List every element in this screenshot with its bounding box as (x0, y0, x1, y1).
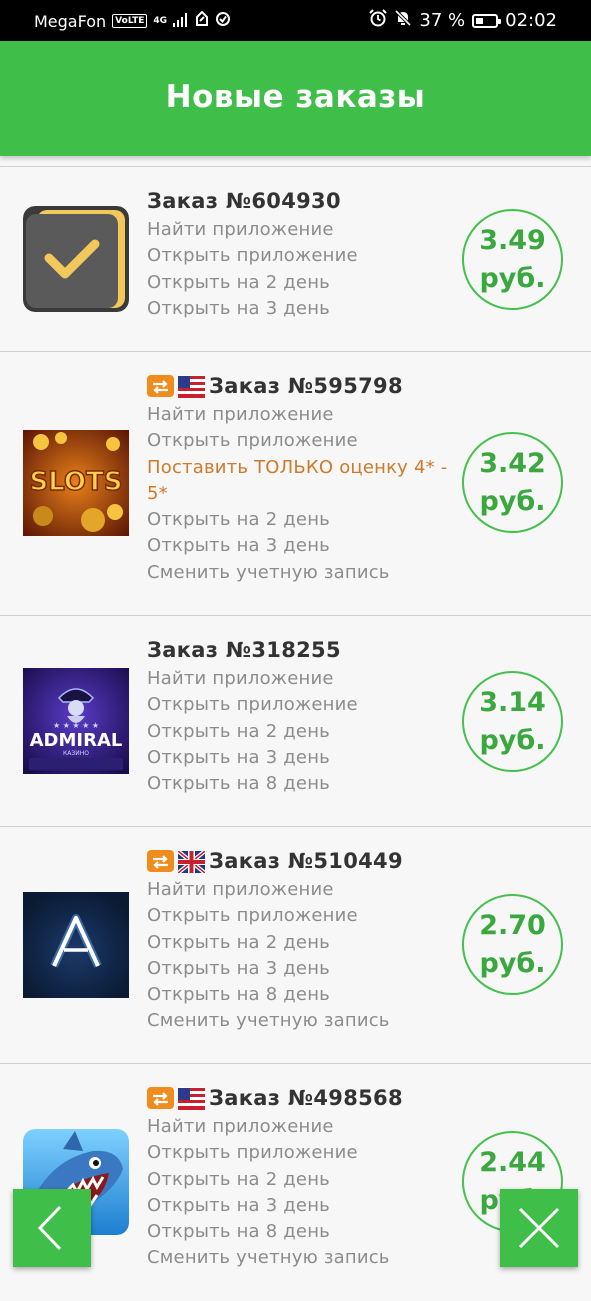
task-line: Открыть приложение (147, 694, 358, 716)
admiral-casino-app-icon: ★ ★ ★ ★ ★ ADMIRAL КАЗИНО (23, 668, 129, 774)
checkmark-app-icon (23, 206, 129, 312)
task-line: Открыть на 2 день (147, 271, 330, 293)
order-title: Заказ №604930 (147, 189, 341, 213)
slots-app-icon: SLOTS (23, 430, 129, 536)
notification-app-icon (195, 10, 209, 31)
chevron-left-icon (37, 1205, 62, 1251)
volte-badge: VoLTE (112, 14, 148, 28)
network-type: 4G (153, 15, 168, 26)
task-line: Найти приложение (147, 1116, 334, 1137)
price-badge: 3.49 руб. (462, 209, 563, 310)
task-line: Открыть на 8 день (147, 1221, 330, 1243)
price-unit: руб. (479, 947, 546, 979)
task-line: Найти приложение (147, 404, 334, 425)
close-button[interactable] (500, 1189, 578, 1267)
task-line: Открыть на 3 день (147, 746, 330, 768)
status-bar-right: 37 % 02:02 (369, 9, 557, 32)
order-item[interactable]: Заказ №510449 Найти приложение Открыть п… (0, 827, 591, 1064)
task-line: Открыть приложение (147, 245, 358, 267)
letter-a-app-icon (23, 892, 129, 998)
page-title: Новые заказы (165, 79, 426, 115)
task-line: Открыть на 8 день (147, 984, 330, 1006)
signal-icon (173, 12, 189, 31)
close-icon (518, 1207, 560, 1249)
price-unit: руб. (479, 485, 546, 517)
order-list[interactable]: Заказ №604930 Найти приложение Открыть п… (0, 166, 591, 1301)
repeat-icon (147, 1087, 174, 1109)
price-value: 3.42 (479, 447, 546, 479)
task-line: Открыть приложение (147, 1142, 358, 1164)
price-value: 2.44 (479, 1146, 546, 1178)
order-title-row: Заказ №498568 (147, 1082, 457, 1114)
sync-icon (215, 11, 231, 31)
order-title: Заказ №318255 (147, 638, 341, 662)
task-line: Открыть на 3 день (147, 957, 330, 979)
battery-level (476, 17, 483, 24)
app-header: Новые заказы (0, 41, 591, 156)
status-bar-left: MegaFon VoLTE 4G (34, 10, 231, 31)
price-badge: 3.42 руб. (462, 432, 563, 533)
task-line: Сменить учетную запись (147, 1010, 390, 1032)
order-title: Заказ №595798 (209, 374, 403, 398)
task-line: Сменить учетную запись (147, 561, 390, 583)
task-line: Открыть на 2 день (147, 1168, 330, 1190)
order-details: Заказ №604930 Найти приложение Открыть п… (147, 185, 457, 322)
order-item[interactable]: SLOTS Заказ №595798 Найти приложение Отк… (0, 352, 591, 616)
task-line: Открыть приложение (147, 905, 358, 927)
alarm-icon (369, 9, 388, 32)
order-details: Заказ №498568 Найти приложение Открыть п… (147, 1082, 457, 1272)
price-value: 2.70 (479, 909, 546, 941)
order-item[interactable]: Заказ №604930 Найти приложение Открыть п… (0, 167, 591, 352)
clock: 02:02 (505, 10, 557, 31)
slots-logo-text: SLOTS (30, 467, 123, 497)
task-line: Открыть на 3 день (147, 297, 330, 319)
price-unit: руб. (479, 262, 546, 294)
order-title-row: Заказ №510449 (147, 845, 457, 877)
us-flag-icon (178, 1087, 205, 1110)
us-flag-icon (178, 375, 205, 398)
order-details: Заказ №510449 Найти приложение Открыть п… (147, 845, 457, 1035)
order-title: Заказ №498568 (209, 1086, 403, 1110)
svg-text:★ ★ ★ ★ ★: ★ ★ ★ ★ ★ (53, 721, 99, 730)
repeat-icon (147, 375, 174, 397)
admiral-logo-subtext: КАЗИНО (63, 750, 89, 757)
order-item[interactable]: ★ ★ ★ ★ ★ ADMIRAL КАЗИНО Заказ №318255 Н… (0, 616, 591, 827)
task-line: Открыть на 3 день (147, 535, 330, 557)
task-line: Открыть приложение (147, 430, 358, 452)
repeat-icon (147, 850, 174, 872)
task-line: Открыть на 2 день (147, 509, 330, 531)
task-line: Найти приложение (147, 879, 334, 900)
task-line: Найти приложение (147, 668, 334, 689)
order-details: Заказ №318255 Найти приложение Открыть п… (147, 634, 457, 797)
rating-warning: Поставить ТОЛЬКО оценку 4* - 5* (147, 456, 448, 504)
status-bar: MegaFon VoLTE 4G 37 % 02:02 (0, 0, 591, 41)
order-title-row: Заказ №595798 (147, 370, 457, 402)
task-line: Открыть на 8 день (147, 773, 330, 795)
mute-bell-icon (394, 9, 412, 32)
back-button[interactable] (13, 1189, 91, 1267)
carrier-name: MegaFon (34, 11, 107, 31)
price-value: 3.49 (479, 224, 546, 256)
task-line: Открыть на 3 день (147, 1194, 330, 1216)
order-details: Заказ №595798 Найти приложение Открыть п… (147, 370, 457, 586)
admiral-logo-text: ADMIRAL (30, 730, 123, 751)
battery-icon (472, 13, 502, 28)
task-line: Сменить учетную запись (147, 1247, 390, 1269)
uk-flag-icon (176, 849, 207, 875)
order-title: Заказ №510449 (209, 849, 403, 873)
battery-percent: 37 % (419, 10, 466, 31)
task-line: Найти приложение (147, 219, 334, 240)
task-line: Открыть на 2 день (147, 931, 330, 953)
price-value: 3.14 (479, 686, 546, 718)
task-line: Открыть на 2 день (147, 720, 330, 742)
price-unit: руб. (479, 724, 546, 756)
price-badge: 2.70 руб. (462, 894, 563, 995)
price-badge: 3.14 руб. (462, 671, 563, 772)
